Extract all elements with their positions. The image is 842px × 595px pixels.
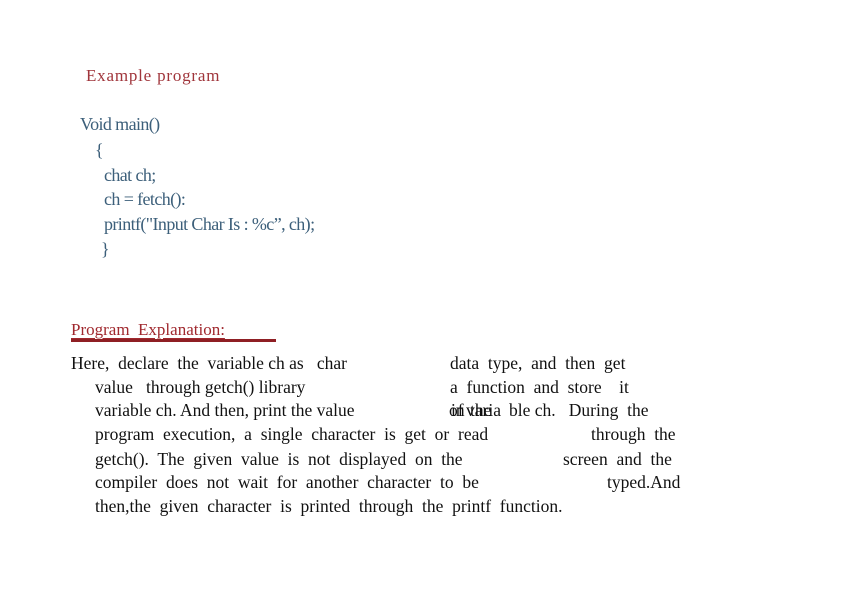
code-line: Void main() (80, 114, 160, 134)
code-line: { (95, 140, 104, 160)
code-line: ch = fetch(): (104, 189, 186, 209)
overlap-text: varia (466, 400, 501, 420)
paragraph-line: screen and the (563, 449, 672, 469)
code-line: chat ch; (104, 165, 156, 185)
paragraph-line: Here, declare the variable ch as char (71, 353, 347, 373)
explanation-title: Program Explanation: (71, 320, 225, 339)
paragraph-line: then,the given character is printed thro… (95, 496, 563, 516)
paragraph-line: through the (591, 424, 676, 444)
paragraph-line: program execution, a single character is… (95, 424, 489, 444)
paragraph-line: a function and store it (450, 377, 629, 397)
paragraph-line: value through getch() library (95, 377, 306, 397)
paragraph-line: ble ch. During the (509, 400, 649, 420)
code-line: printf("Input Char Is : %c”, ch); (104, 214, 315, 234)
paragraph-line: typed.And (607, 472, 681, 492)
overlap-text: in (451, 400, 465, 420)
code-line: } (101, 239, 110, 259)
paragraph-line: data type, and then get (450, 353, 626, 373)
paragraph-line: variable ch. And then, print the value (95, 400, 355, 420)
title-underline (71, 339, 276, 342)
paragraph-line: getch(). The given value is not displaye… (95, 449, 463, 469)
section-heading: Example program (86, 66, 221, 85)
paragraph-line: compiler does not wait for another chara… (95, 472, 479, 492)
